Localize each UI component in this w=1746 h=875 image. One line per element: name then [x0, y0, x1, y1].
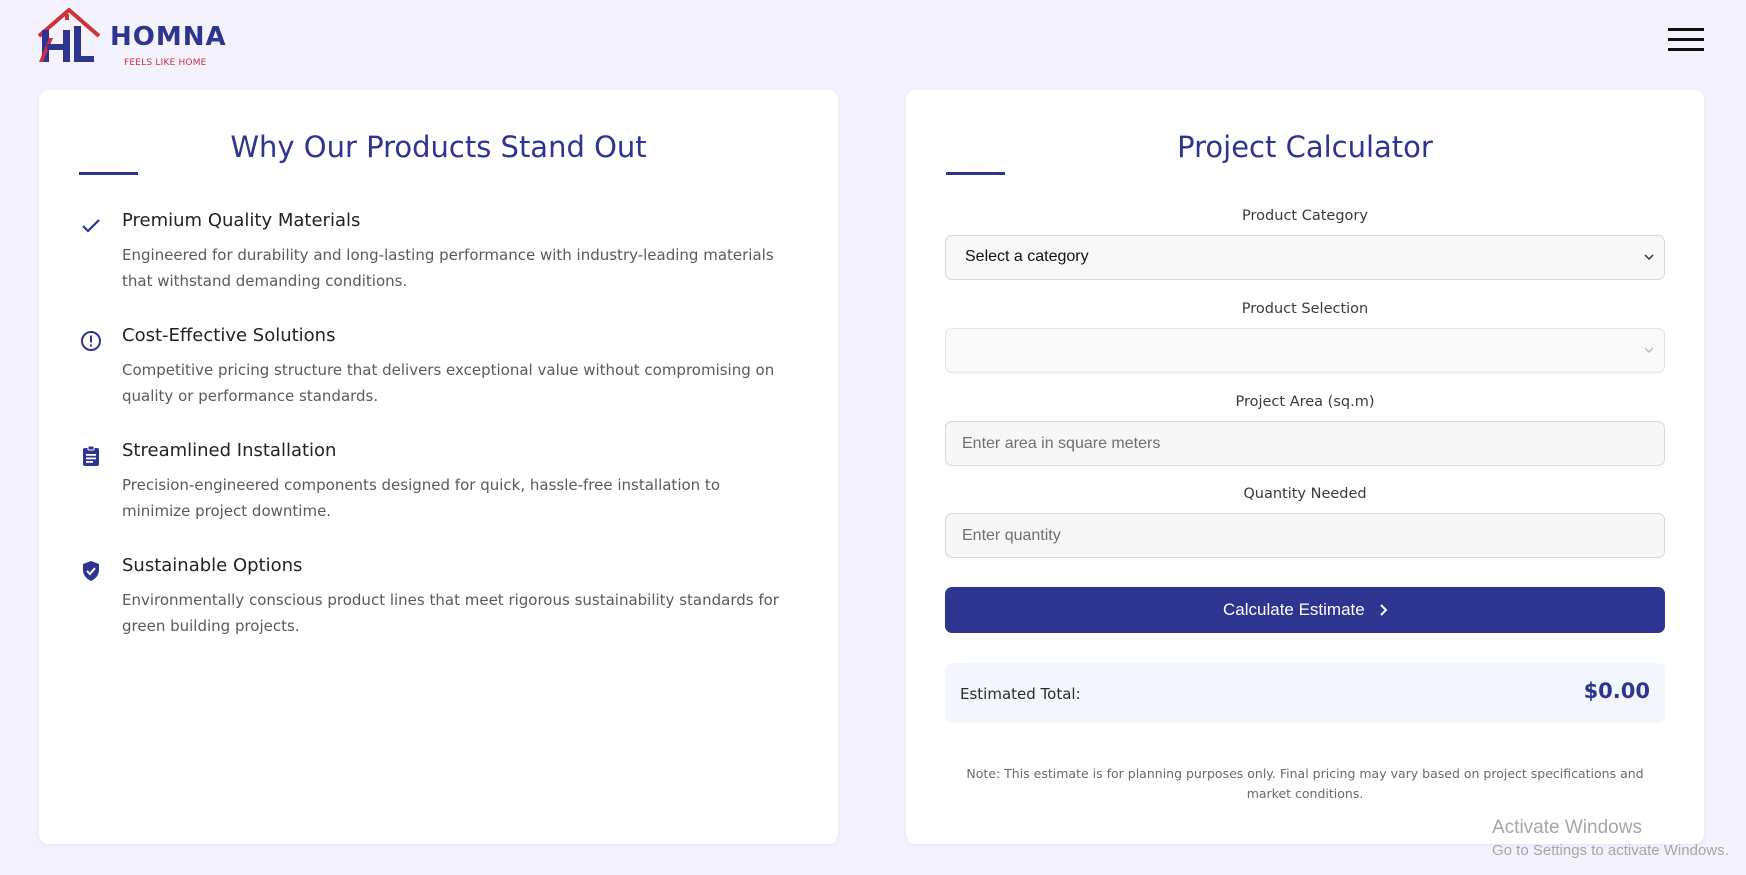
calculate-estimate-button[interactable]: Calculate Estimate — [945, 587, 1665, 633]
estimated-total-box: Estimated Total: $0.00 — [945, 663, 1665, 723]
hamburger-menu-icon[interactable] — [1668, 28, 1704, 52]
feature-title: Cost-Effective Solutions — [122, 325, 336, 346]
calculator-card: Project Calculator Product Category Sele… — [906, 90, 1704, 844]
category-selected-value: Select a category — [965, 248, 1089, 265]
feature-title: Premium Quality Materials — [122, 210, 361, 231]
calculator-title: Project Calculator — [1177, 130, 1433, 164]
windows-activation-watermark: Activate Windows Go to Settings to activ… — [1492, 817, 1729, 859]
quantity-input[interactable] — [945, 513, 1665, 558]
exclamation-circle-icon — [81, 331, 101, 351]
chevron-down-icon — [1644, 254, 1654, 261]
total-value: $0.00 — [1583, 679, 1650, 703]
title-underline — [946, 172, 1005, 175]
shield-check-icon — [83, 561, 99, 581]
chevron-down-icon — [1644, 347, 1654, 354]
features-card: Why Our Products Stand Out Premium Quali… — [39, 90, 838, 844]
brand-logo[interactable]: HOMNA FEELS LIKE HOME — [37, 8, 226, 70]
product-category-select[interactable]: Select a category — [945, 235, 1665, 280]
project-area-input[interactable] — [945, 421, 1665, 466]
brand-tagline: FEELS LIKE HOME — [124, 58, 207, 68]
category-label: Product Category — [1242, 208, 1368, 224]
product-selection-select[interactable] — [945, 328, 1665, 373]
brand-name: HOMNA — [110, 22, 227, 52]
quantity-label: Quantity Needed — [1243, 486, 1367, 502]
feature-description: Engineered for durability and long-lasti… — [122, 246, 774, 290]
checkmark-icon — [82, 219, 100, 233]
feature-title: Sustainable Options — [122, 555, 303, 576]
features-title: Why Our Products Stand Out — [230, 130, 647, 164]
feature-description: Environmentally conscious product lines … — [122, 591, 779, 635]
product-selection-label: Product Selection — [1241, 301, 1369, 317]
chevron-right-icon — [1380, 604, 1388, 616]
watermark-line-2: Go to Settings to activate Windows. — [1492, 842, 1729, 859]
project-area-label: Project Area (sq.m) — [1235, 394, 1375, 410]
estimate-note: Note: This estimate is for planning purp… — [966, 766, 1644, 801]
feature-description: Competitive pricing structure that deliv… — [122, 361, 775, 405]
clipboard-icon — [83, 445, 99, 466]
title-underline — [79, 172, 138, 175]
watermark-line-1: Activate Windows — [1492, 817, 1642, 838]
calculate-button-label: Calculate Estimate — [1223, 600, 1365, 619]
feature-title: Streamlined Installation — [122, 440, 337, 461]
total-label: Estimated Total: — [960, 685, 1081, 703]
logo-mark-icon — [37, 8, 101, 62]
feature-description: Precision-engineered components designed… — [122, 476, 720, 520]
site-header: HOMNA FEELS LIKE HOME — [0, 0, 1746, 88]
